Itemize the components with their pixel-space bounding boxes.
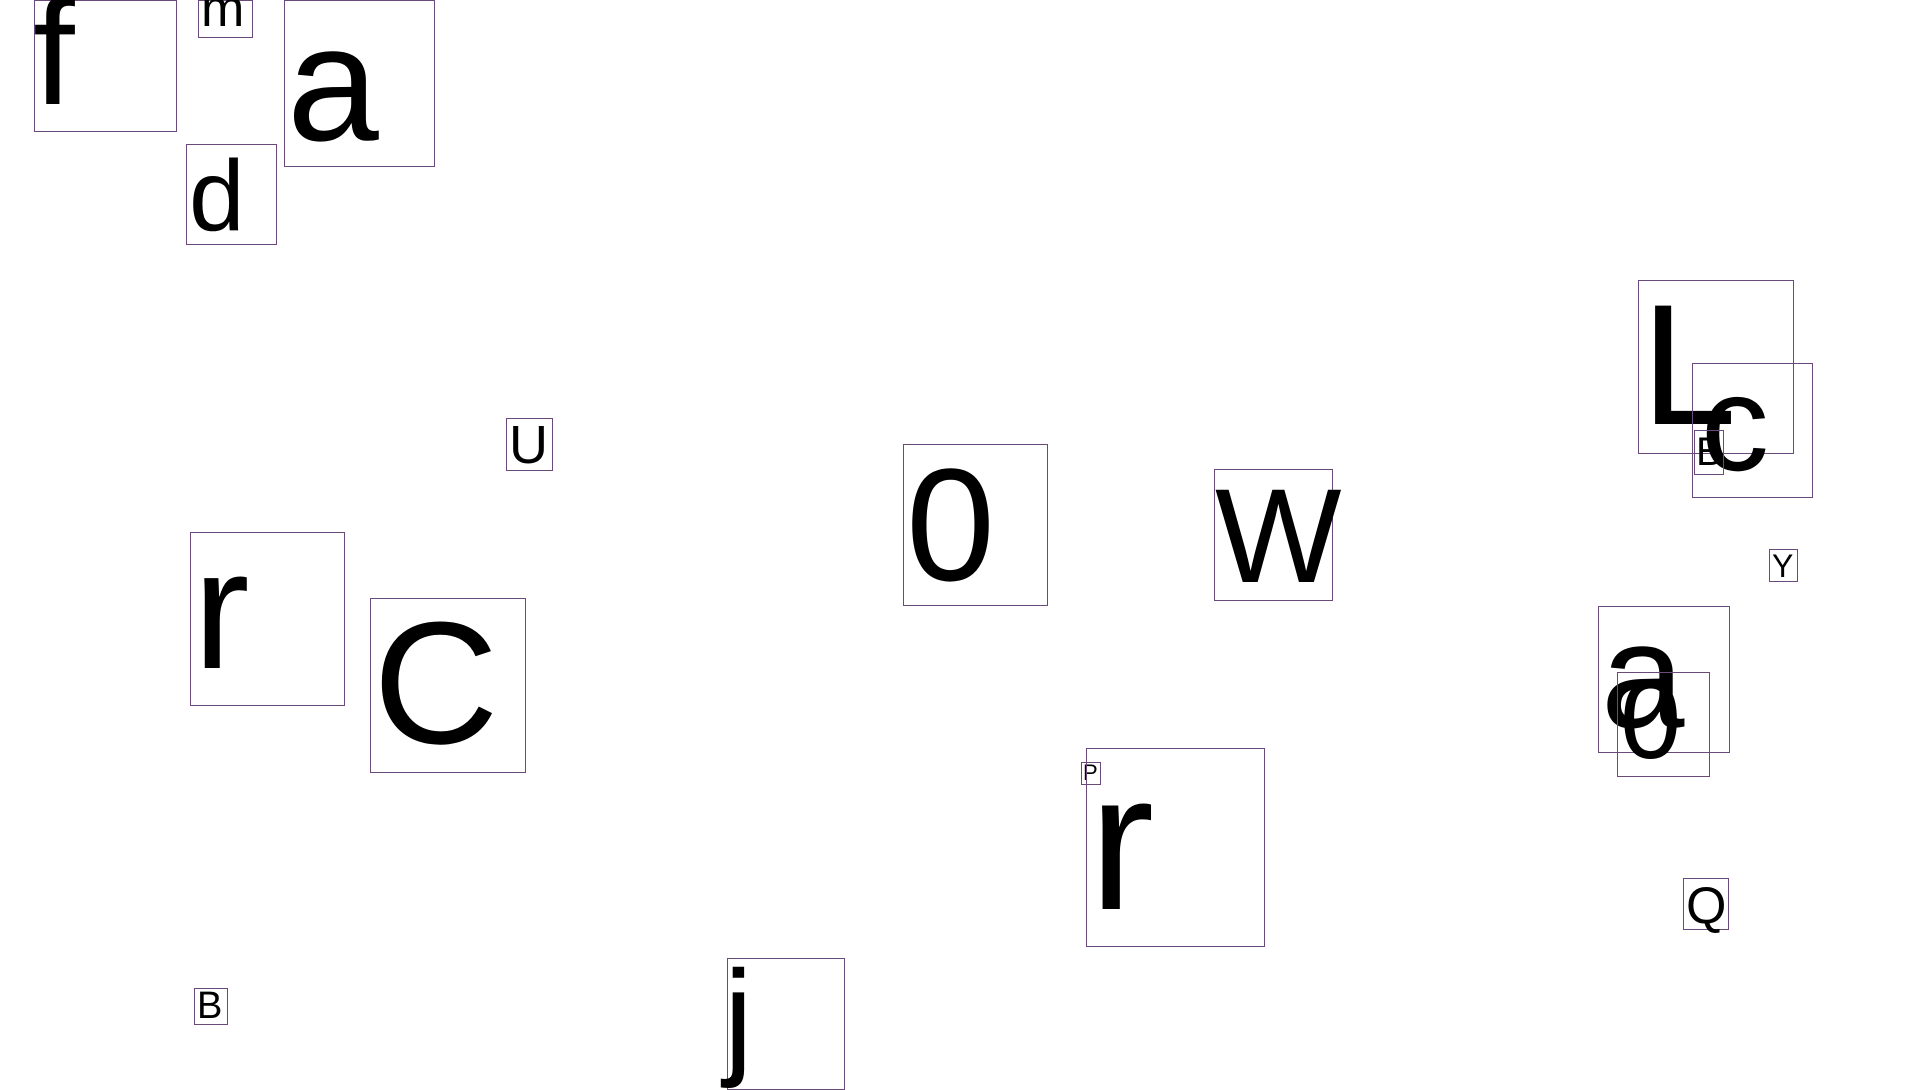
glyph-box-r-center: r xyxy=(1086,744,1265,947)
glyph-W: W xyxy=(1215,462,1342,611)
glyph-box-U: U xyxy=(506,415,553,475)
glyph-r-center: r xyxy=(1089,732,1155,951)
glyph-0-center: 0 xyxy=(906,435,995,614)
glyph-box-Q: Q xyxy=(1683,877,1729,935)
glyph-Y: Y xyxy=(1772,548,1794,584)
glyph-box-C: C xyxy=(370,585,526,780)
glyph-box-f: f xyxy=(33,0,177,136)
glyph-d: d xyxy=(189,140,245,252)
glyph-B-small: B xyxy=(1696,430,1723,474)
glyph-box-0-center: 0 xyxy=(903,444,1048,606)
glyph-box-d: d xyxy=(186,140,277,252)
glyph-U: U xyxy=(509,415,548,475)
glyph-box-W: W xyxy=(1214,469,1341,604)
glyph-j: j xyxy=(724,943,753,1089)
glyph-box-B-bottom: B xyxy=(194,985,228,1027)
glyph-0-right: 0 xyxy=(1620,659,1682,782)
glyph-box-Y: Y xyxy=(1769,549,1798,582)
glyph-box-r-left: r xyxy=(190,525,345,706)
glyph-canvas: f m a d U 0 W L c B Y r C a 0 P r Q B j xyxy=(0,0,1920,1090)
glyph-box-j: j xyxy=(724,951,845,1090)
glyph-box-a-top: a xyxy=(284,0,435,167)
glyph-box-B-small: B xyxy=(1694,430,1724,475)
glyph-Q: Q xyxy=(1686,877,1727,935)
glyph-box-m: m xyxy=(198,0,253,38)
glyph-f: f xyxy=(33,0,75,136)
glyph-B-bottom: B xyxy=(197,985,223,1027)
glyph-m: m xyxy=(201,0,245,38)
glyph-a-top: a xyxy=(287,0,379,175)
glyph-C: C xyxy=(373,585,499,780)
glyph-r-left: r xyxy=(193,515,250,705)
glyph-box-0-right: 0 xyxy=(1617,666,1710,777)
